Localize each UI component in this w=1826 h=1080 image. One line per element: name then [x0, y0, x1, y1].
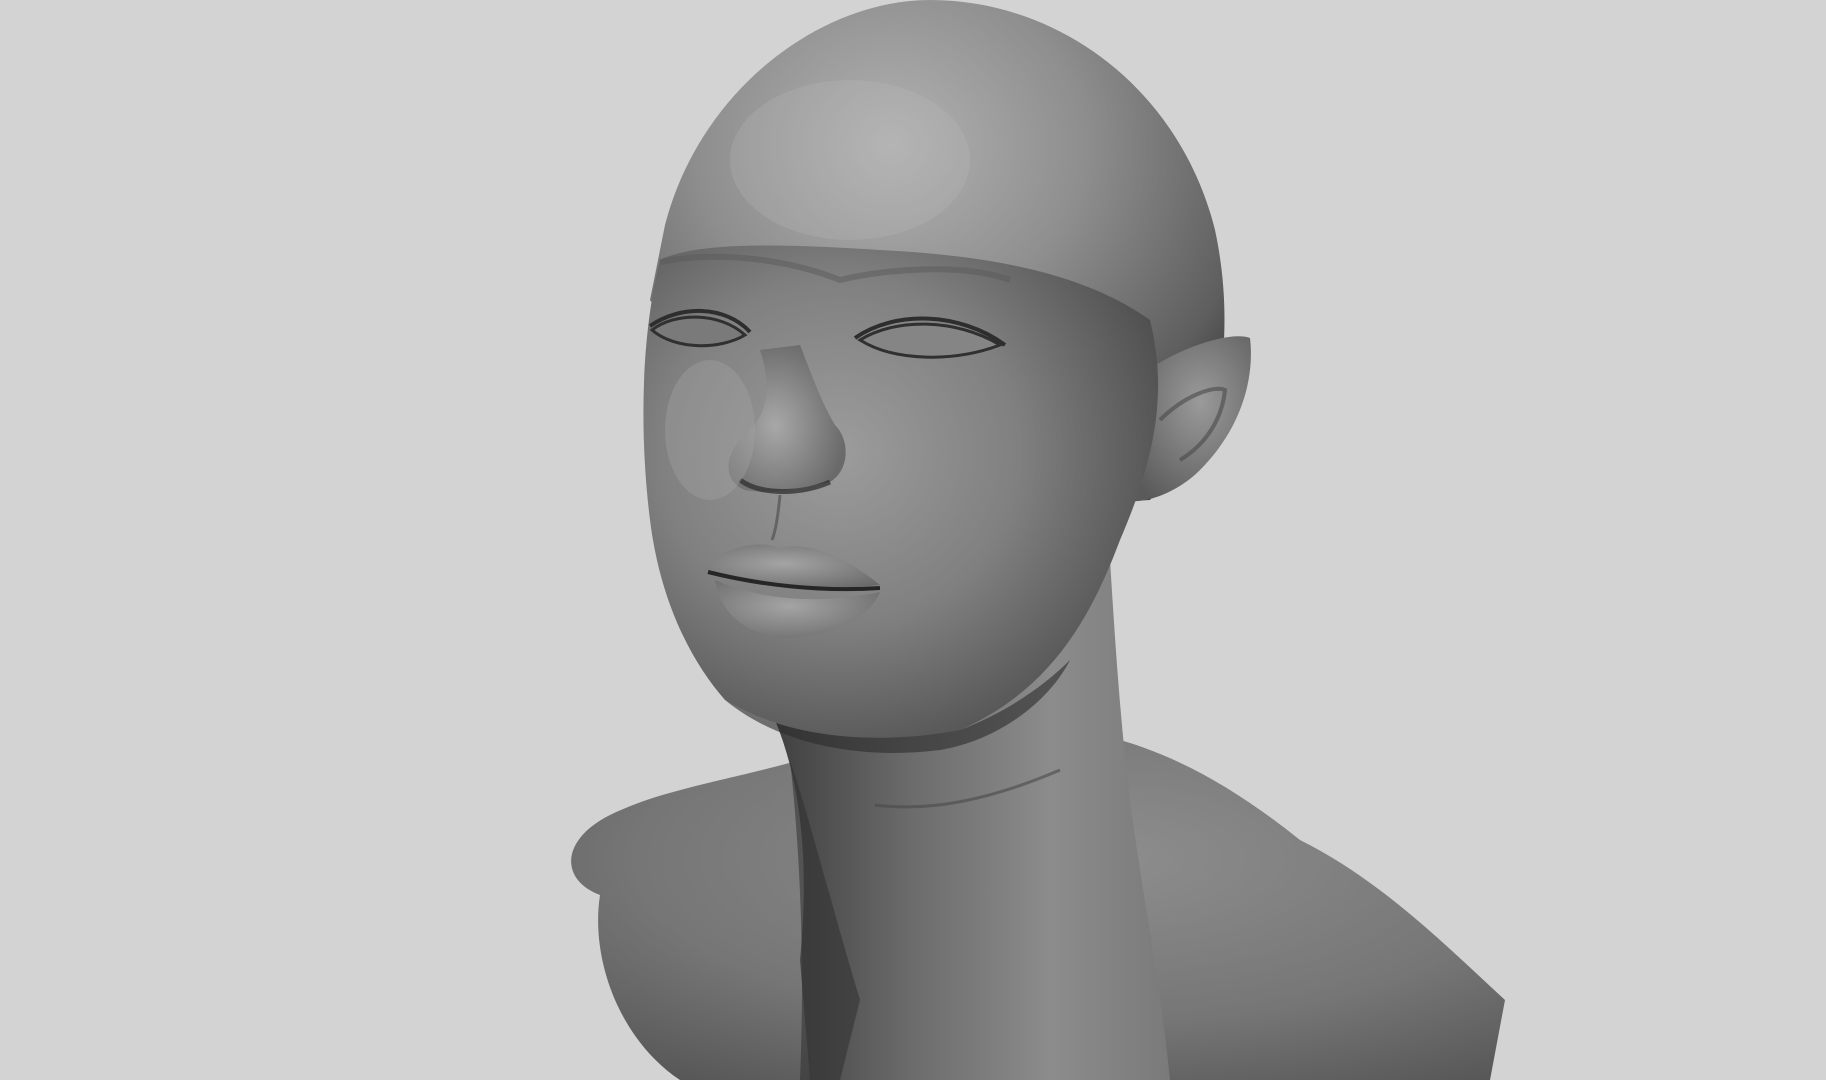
bust-render [571, 0, 1505, 1080]
cheek-highlight [665, 360, 755, 500]
forehead-highlight [730, 80, 970, 240]
render-viewport[interactable] [0, 0, 1826, 1080]
